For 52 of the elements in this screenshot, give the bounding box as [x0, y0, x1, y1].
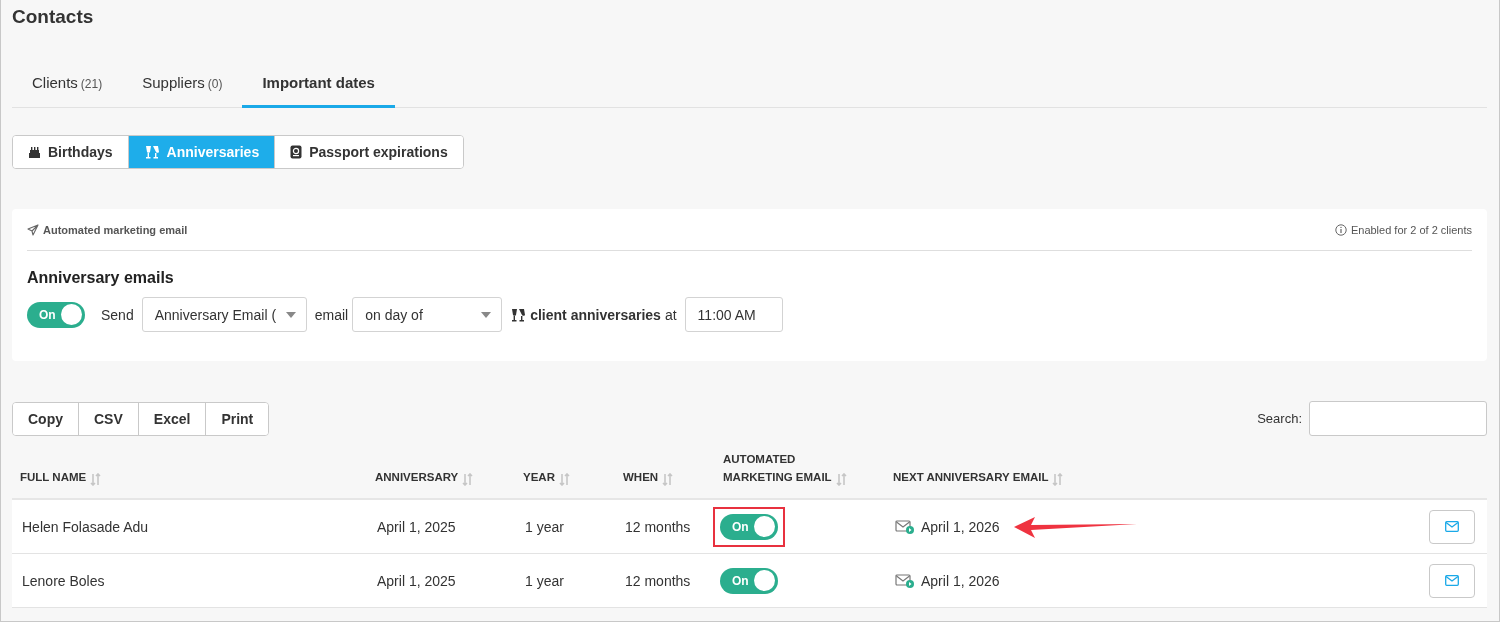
timing-dropdown[interactable]: on day of	[352, 297, 503, 332]
envelope-icon	[1445, 575, 1459, 586]
table-cell: Helen Folasade Adu	[22, 518, 149, 535]
template-dropdown[interactable]: Anniversary Email (	[141, 297, 307, 332]
date-type-button[interactable]: Birthdays	[13, 136, 129, 168]
section-heading: Anniversary emails	[27, 269, 175, 287]
table-cell: April 1, 2026	[921, 518, 1000, 535]
sort-icon	[835, 473, 847, 486]
table-cell: April 1, 2026	[921, 572, 1000, 589]
status-text: Enabled for 2 of 2 clients	[1350, 223, 1472, 236]
section-caption: Automated marketing email	[43, 223, 188, 236]
table-cell: 12 months	[625, 572, 691, 589]
sort-icon	[462, 473, 474, 486]
envelope-clock-icon	[895, 573, 915, 588]
envelope-clock-icon	[895, 519, 915, 534]
column-header: FULL NAME	[20, 470, 87, 485]
sort-icon	[1052, 473, 1064, 486]
table-cell: 1 year	[525, 518, 564, 535]
sort-icon	[558, 473, 570, 486]
table-cell: April 1, 2025	[377, 572, 456, 589]
cake-icon	[28, 145, 41, 159]
email-button[interactable]	[1429, 509, 1475, 544]
tab[interactable]: Important dates	[242, 64, 395, 108]
passport-icon	[290, 145, 303, 159]
column-header: YEAR	[523, 470, 555, 485]
tab[interactable]: Clients (21)	[12, 64, 123, 108]
info-icon	[1334, 223, 1347, 236]
envelope-icon	[1445, 521, 1459, 532]
column-header: WHEN	[623, 470, 659, 485]
page-title: Contacts	[12, 5, 95, 29]
time-field[interactable]: 11:00 AM	[684, 297, 783, 332]
glasses-icon	[510, 307, 527, 322]
column-header: ANNIVERSARY	[375, 470, 459, 485]
at-label: at	[664, 306, 677, 323]
table-cell: April 1, 2025	[377, 518, 456, 535]
sort-icon	[90, 473, 102, 486]
column-header: NEXT ANNIVERSARY EMAIL	[893, 470, 1049, 485]
email-label: email	[314, 306, 349, 323]
table-cell: Lenore Boles	[22, 572, 105, 589]
send-label: Send	[101, 306, 134, 323]
sort-icon	[662, 473, 674, 486]
table-cell: 1 year	[525, 572, 564, 589]
table-cell: 12 months	[625, 518, 691, 535]
glasses-icon	[143, 145, 160, 159]
search-label: Search:	[1257, 411, 1302, 426]
tab[interactable]: Suppliers (0)	[122, 64, 243, 108]
target-label: client anniversaries	[530, 306, 661, 323]
export-button[interactable]: Copy	[13, 402, 79, 435]
email-button[interactable]	[1429, 563, 1475, 598]
column-header: AUTOMATED MARKETING EMAIL	[723, 452, 832, 485]
search-field[interactable]	[1309, 401, 1487, 436]
paper-plane-icon	[27, 223, 39, 236]
